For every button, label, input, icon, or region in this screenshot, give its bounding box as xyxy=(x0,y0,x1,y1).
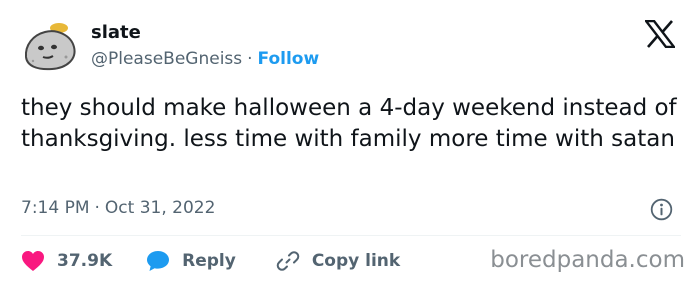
rock-avatar-icon xyxy=(24,23,76,71)
tweet-timestamp[interactable]: 7:14 PM · Oct 31, 2022 xyxy=(21,198,215,218)
follow-button[interactable]: Follow xyxy=(258,49,320,69)
x-logo-icon[interactable] xyxy=(643,19,677,49)
like-count: 37.9K xyxy=(57,251,113,271)
author-name[interactable]: slate xyxy=(91,22,141,43)
author-handle[interactable]: @PleaseBeGneiss xyxy=(91,49,242,69)
tweet-time: 7:14 PM xyxy=(21,198,90,218)
handle-separator: · xyxy=(247,49,253,69)
tweet-text: they should make halloween a 4-day weeke… xyxy=(21,95,677,152)
heart-icon xyxy=(22,251,44,271)
avatar[interactable] xyxy=(21,17,79,75)
tweet-date: Oct 31, 2022 xyxy=(104,198,216,218)
author-handle-row: @PleaseBeGneiss · Follow xyxy=(91,49,319,69)
divider xyxy=(21,235,681,236)
timestamp-separator: · xyxy=(94,198,100,218)
copy-link-label: Copy link xyxy=(311,251,401,271)
action-bar: 37.9K Reply Copy link xyxy=(21,248,400,274)
copy-link-button[interactable]: Copy link xyxy=(276,249,400,273)
reply-button[interactable]: Reply xyxy=(146,250,236,272)
reply-label: Reply xyxy=(182,251,236,271)
reply-bubble-icon xyxy=(147,251,170,271)
like-button[interactable]: 37.9K xyxy=(21,250,112,272)
info-icon[interactable] xyxy=(650,198,673,221)
link-icon xyxy=(276,251,300,271)
tweet-card: slate @PleaseBeGneiss · Follow they should… xyxy=(0,0,700,287)
watermark: boredpanda.com xyxy=(490,247,685,273)
